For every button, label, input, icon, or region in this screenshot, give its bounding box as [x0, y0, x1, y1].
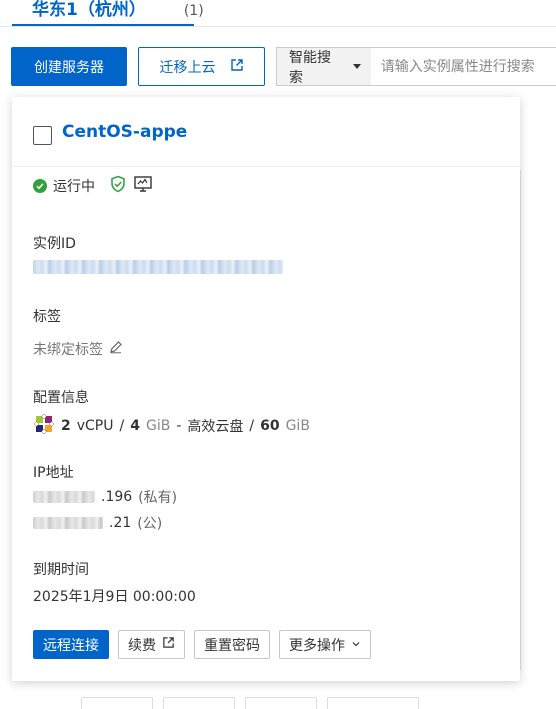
- remote-connect-button[interactable]: 远程连接: [33, 630, 109, 659]
- migrate-label: 迁移上云: [159, 59, 216, 76]
- monitor-icon[interactable]: [133, 175, 153, 197]
- tab-divider: [0, 26, 556, 27]
- search-mode-select[interactable]: 智能搜索: [277, 48, 371, 86]
- search-mode-label: 智能搜索: [289, 49, 331, 86]
- chevron-down-icon: [351, 637, 361, 653]
- public-ip-suffix: .21: [109, 515, 132, 531]
- memory-unit: GiB: [145, 418, 171, 434]
- disk-type: 高效云盘: [187, 419, 244, 435]
- config-separator: /: [119, 418, 125, 434]
- instance-checkbox[interactable]: [33, 126, 52, 145]
- more-actions-label: 更多操作: [289, 637, 345, 654]
- instance-id-value-redacted: [33, 260, 283, 274]
- caret-down-icon: [352, 64, 361, 69]
- search-input[interactable]: [370, 58, 556, 75]
- status-row: 运行中: [33, 175, 153, 197]
- card-header: CentOS-appe: [12, 97, 520, 167]
- card-actions: 远程连接 续费 重置密码 更多操作: [33, 630, 371, 659]
- reset-password-label: 重置密码: [204, 637, 260, 654]
- remote-connect-label: 远程连接: [43, 637, 99, 654]
- pagination-stub[interactable]: [81, 697, 153, 709]
- tags-row: 未绑定标签: [33, 339, 123, 359]
- external-link-icon: [162, 636, 175, 653]
- external-link-icon: [230, 58, 244, 76]
- shield-check-icon[interactable]: [109, 175, 127, 197]
- instance-name-link[interactable]: CentOS-appe: [62, 122, 187, 142]
- renew-button[interactable]: 续费: [118, 630, 185, 659]
- instance-id-label: 实例ID: [33, 236, 76, 252]
- reset-password-button[interactable]: 重置密码: [194, 630, 270, 659]
- ip-label: IP地址: [33, 465, 74, 481]
- migrate-to-cloud-button[interactable]: 迁移上云: [138, 47, 265, 86]
- tags-value: 未绑定标签: [33, 342, 103, 358]
- renew-label: 续费: [128, 637, 156, 654]
- expire-value: 2025年1月9日 00:00:00: [33, 589, 196, 605]
- more-actions-dropdown[interactable]: 更多操作: [279, 630, 371, 659]
- private-ip-tag: (私有): [138, 490, 178, 506]
- search-bar: 智能搜索: [276, 47, 556, 86]
- vcpu-unit: vCPU: [76, 418, 114, 434]
- private-ip-row: .196 (私有): [33, 487, 177, 507]
- config-label: 配置信息: [33, 390, 89, 406]
- disk-size: 60: [260, 418, 280, 434]
- running-status-icon: [33, 179, 47, 193]
- create-server-button[interactable]: 创建服务器: [11, 47, 127, 86]
- vcpu-count: 2: [61, 418, 71, 434]
- memory-size: 4: [130, 418, 140, 434]
- public-ip-tag: (公): [137, 516, 163, 532]
- expire-label: 到期时间: [33, 562, 89, 578]
- list-border: [520, 170, 521, 670]
- pagination-stub[interactable]: [327, 697, 419, 709]
- pagination-stub[interactable]: [245, 697, 317, 709]
- status-text: 运行中: [53, 179, 95, 195]
- disk-unit: GiB: [285, 418, 310, 434]
- config-separator: /: [249, 418, 255, 434]
- edit-pencil-icon[interactable]: [109, 340, 123, 358]
- instance-card: CentOS-appe 运行中 实例ID 标签 未绑定标签 配置信息 2 vCP…: [12, 97, 520, 681]
- private-ip-redacted: [33, 491, 95, 503]
- config-dash: -: [176, 418, 182, 434]
- tags-label: 标签: [33, 309, 61, 325]
- pagination-stub[interactable]: [163, 697, 235, 709]
- centos-logo-icon: [33, 413, 55, 439]
- create-server-label: 创建服务器: [34, 59, 104, 76]
- public-ip-redacted: [33, 517, 103, 529]
- private-ip-suffix: .196: [101, 489, 133, 505]
- public-ip-row: .21 (公): [33, 513, 162, 533]
- config-row: 2 vCPU / 4 GiB - 高效云盘 / 60 GiB: [33, 413, 310, 439]
